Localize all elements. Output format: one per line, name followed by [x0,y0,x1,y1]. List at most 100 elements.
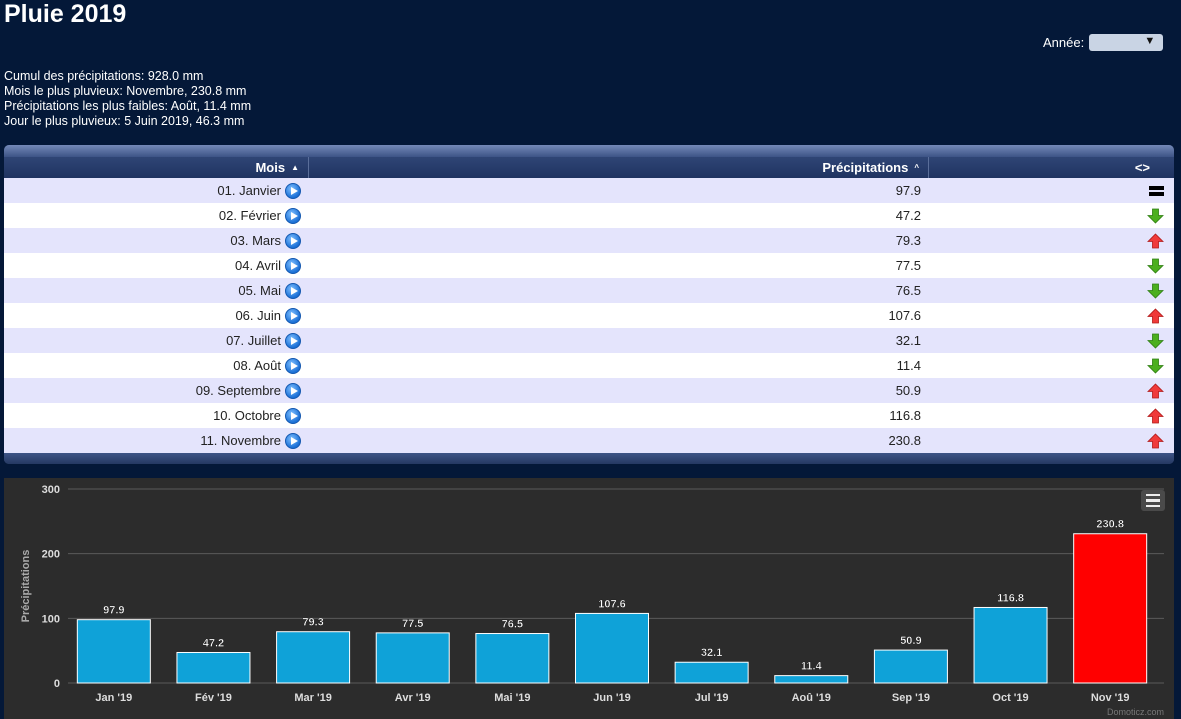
year-dropdown[interactable]: ▼ [1089,34,1164,51]
play-icon[interactable] [285,182,301,199]
summary-wettest-day: Jour le plus pluvieux: 5 Juin 2019, 46.3… [4,114,245,128]
summary-wettest-month: Mois le plus pluvieux: Novembre, 230.8 m… [4,84,247,98]
chart-bar [674,661,749,684]
table-row: 07. Juillet 32.1 [4,328,1174,353]
month-label: 05. Mai [238,283,281,298]
arrow-up-icon [1147,432,1164,448]
cell-compare [929,378,1174,403]
table-body: 01. Janvier 97.9 02. Février 47.2 03. Mars 79… [4,178,1174,453]
cell-month: 08. Août [4,353,309,378]
cell-compare [929,328,1174,353]
cell-precipitation: 230.8 [888,433,921,448]
x-tick-label: Nov '19 [1091,692,1130,704]
arrow-up-icon [1147,307,1164,323]
chart-bar [276,631,351,684]
cell-compare [929,253,1174,278]
cell-precipitation: 11.4 [896,358,921,373]
year-selector: Année: ▼ [1043,34,1164,51]
header-precipitation-label: Précipitations [822,160,909,175]
data-label: 116.8 [997,592,1024,604]
table-row: 04. Avril 77.5 [4,253,1174,278]
page-title: Pluie 2019 [4,0,127,28]
cell-compare [929,228,1174,253]
month-label: 11. Novembre [200,433,281,448]
cell-precipitation: 97.9 [895,183,921,198]
play-icon[interactable] [285,382,301,399]
chart-svg: 0 100 200 300 Précipitations 97.9 Jan '19 47.2 F… [20,484,1164,704]
arrow-down-icon [1147,283,1164,299]
play-icon[interactable] [285,357,301,374]
cell-precipitation: 32.1 [895,333,921,348]
x-tick-label: Aoû '19 [792,692,831,704]
y-tick-label: 200 [42,549,60,561]
table-header: Mois ▲ Précipitations ^ <> [4,157,1174,178]
data-label: 97.9 [103,605,124,617]
table-top-bar [4,145,1174,157]
play-icon[interactable] [285,232,301,249]
arrow-up-icon [1147,232,1164,248]
cell-compare [929,353,1174,378]
play-icon[interactable] [285,407,301,424]
month-label: 03. Mars [230,233,281,248]
cell-compare [929,303,1174,328]
header-precipitation[interactable]: Précipitations ^ [309,157,929,178]
header-month[interactable]: Mois ▲ [4,157,309,178]
table-row: 05. Mai 76.5 [4,278,1174,303]
summary-total: Cumul des précipitations: 928.0 mm [4,69,204,83]
cell-precipitation: 107.6 [888,308,921,323]
play-icon[interactable] [285,207,301,224]
cell-precipitation: 76.5 [895,283,921,298]
x-tick-label: Jun '19 [593,692,630,704]
chart-bar [1073,533,1148,684]
x-tick-label: Fév '19 [195,692,232,704]
data-label: 47.2 [203,637,224,649]
arrow-down-icon [1147,208,1164,224]
cell-month: 01. Janvier [4,178,309,203]
sort-up-icon: ^ [914,163,919,172]
year-label: Année: [1043,35,1085,50]
month-label: 10. Octobre [213,408,281,423]
cell-compare [929,428,1174,453]
cell-month: 05. Mai [4,278,309,303]
play-icon[interactable] [285,432,301,449]
arrow-down-icon [1147,258,1164,274]
y-tick-label: 300 [42,484,60,496]
chart-bar [176,651,251,684]
summary-block: Cumul des précipitations: 928.0 mm Mois … [4,69,251,129]
chart-bar [774,675,849,684]
data-label: 230.8 [1096,519,1124,531]
chart-bar [575,612,649,684]
arrow-up-icon [1147,382,1164,398]
play-icon[interactable] [285,332,301,349]
play-icon[interactable] [285,282,301,299]
summary-driest-month: Précipitations les plus faibles: Août, 1… [4,99,252,113]
play-icon[interactable] [285,257,301,274]
play-icon[interactable] [285,307,301,324]
sort-up-icon: ▲ [291,163,299,172]
month-label: 09. Septembre [195,383,281,398]
header-compare[interactable]: <> [929,157,1174,178]
data-label: 11.4 [801,661,823,673]
chart-bar [873,649,948,684]
data-label: 50.9 [900,635,921,647]
table-row: 10. Octobre 116.8 [4,403,1174,428]
cell-compare [929,203,1174,228]
table-row: 02. Février 47.2 [4,203,1174,228]
cell-precipitation: 50.9 [895,383,921,398]
table-bottom-bar [4,453,1174,464]
month-label: 04. Avril [234,258,281,273]
table-row: 08. Août 11.4 [4,353,1174,378]
data-label: 32.1 [701,647,722,659]
month-label: 08. Août [233,358,281,373]
table-row: 03. Mars 79.3 [4,228,1174,253]
cell-month: 04. Avril [4,253,309,278]
cell-month: 03. Mars [4,228,309,253]
cell-precipitation: 116.8 [889,408,921,423]
hamburger-menu-icon[interactable] [1141,490,1165,511]
x-tick-label: Avr '19 [395,692,431,704]
data-label: 79.3 [302,617,323,629]
chart-bar [76,619,151,684]
credit-link[interactable]: Domoticz.com [1107,707,1164,717]
y-axis-label: Précipitations [20,550,32,623]
chart-bar [475,633,550,684]
